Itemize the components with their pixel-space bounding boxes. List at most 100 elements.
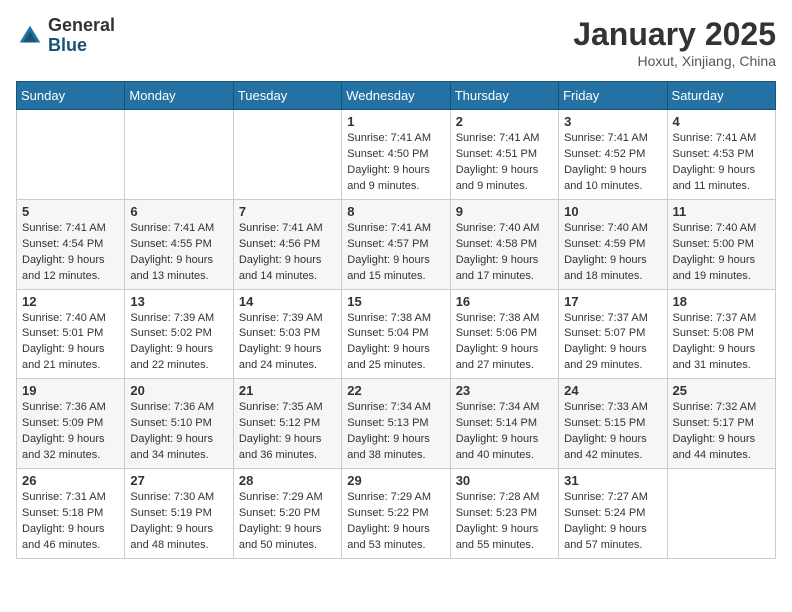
calendar-cell: 9Sunrise: 7:40 AMSunset: 4:58 PMDaylight… [450, 199, 558, 289]
day-number: 3 [564, 114, 661, 129]
logo-general-text: General [48, 15, 115, 35]
day-info: Sunrise: 7:32 AMSunset: 5:17 PMDaylight:… [673, 400, 770, 464]
day-number: 21 [239, 383, 336, 398]
day-info: Sunrise: 7:37 AMSunset: 5:08 PMDaylight:… [673, 311, 770, 375]
day-info: Sunrise: 7:41 AMSunset: 4:51 PMDaylight:… [456, 131, 553, 195]
calendar-cell: 2 Sunrise: 7:41 AMSunset: 4:51 PMDaylight… [450, 110, 558, 200]
calendar-cell: 8Sunrise: 7:41 AMSunset: 4:57 PMDaylight… [342, 199, 450, 289]
day-number: 7 [239, 204, 336, 219]
calendar-cell: 16 Sunrise: 7:38 AMSunset: 5:06 PMDayligh… [450, 289, 558, 379]
calendar-header-row: SundayMondayTuesdayWednesdayThursdayFrid… [17, 82, 776, 110]
calendar-cell: 6 Sunrise: 7:41 AMSunset: 4:55 PMDaylight… [125, 199, 233, 289]
day-info: Sunrise: 7:31 AMSunset: 5:18 PMDaylight:… [22, 490, 119, 554]
day-header-tuesday: Tuesday [233, 82, 341, 110]
title-block: January 2025 Hoxut, Xinjiang, China [573, 16, 776, 69]
day-info: Sunrise: 7:41 AMSunset: 4:56 PMDaylight:… [239, 221, 336, 285]
page-header: General Blue January 2025 Hoxut, Xinjian… [16, 16, 776, 69]
day-number: 18 [673, 294, 770, 309]
day-info: Sunrise: 7:40 AMSunset: 5:00 PMDaylight:… [673, 221, 770, 285]
day-number: 29 [347, 473, 444, 488]
day-info: Sunrise: 7:40 AMSunset: 4:59 PMDaylight:… [564, 221, 661, 285]
day-number: 20 [130, 383, 227, 398]
day-number: 14 [239, 294, 336, 309]
day-number: 6 [130, 204, 227, 219]
day-number: 24 [564, 383, 661, 398]
day-info: Sunrise: 7:41 AMSunset: 4:55 PMDaylight:… [130, 221, 227, 285]
day-info: Sunrise: 7:41 AMSunset: 4:52 PMDaylight:… [564, 131, 661, 195]
calendar-cell: 18 Sunrise: 7:37 AMSunset: 5:08 PMDayligh… [667, 289, 775, 379]
day-number: 27 [130, 473, 227, 488]
day-number: 5 [22, 204, 119, 219]
day-header-saturday: Saturday [667, 82, 775, 110]
calendar-table: SundayMondayTuesdayWednesdayThursdayFrid… [16, 81, 776, 559]
day-info: Sunrise: 7:40 AMSunset: 5:01 PMDaylight:… [22, 311, 119, 375]
calendar-cell: 11 Sunrise: 7:40 AMSunset: 5:00 PMDayligh… [667, 199, 775, 289]
day-info: Sunrise: 7:41 AMSunset: 4:54 PMDaylight:… [22, 221, 119, 285]
calendar-week-row: 12 Sunrise: 7:40 AMSunset: 5:01 PMDayligh… [17, 289, 776, 379]
calendar-cell: 5 Sunrise: 7:41 AMSunset: 4:54 PMDaylight… [17, 199, 125, 289]
day-info: Sunrise: 7:35 AMSunset: 5:12 PMDaylight:… [239, 400, 336, 464]
calendar-cell [17, 110, 125, 200]
day-info: Sunrise: 7:36 AMSunset: 5:10 PMDaylight:… [130, 400, 227, 464]
day-number: 1 [347, 114, 444, 129]
day-number: 22 [347, 383, 444, 398]
day-info: Sunrise: 7:34 AMSunset: 5:14 PMDaylight:… [456, 400, 553, 464]
day-number: 30 [456, 473, 553, 488]
calendar-cell [667, 469, 775, 559]
day-number: 31 [564, 473, 661, 488]
day-number: 23 [456, 383, 553, 398]
logo-blue-text: Blue [48, 35, 87, 55]
calendar-week-row: 19 Sunrise: 7:36 AMSunset: 5:09 PMDayligh… [17, 379, 776, 469]
calendar-cell: 17 Sunrise: 7:37 AMSunset: 5:07 PMDayligh… [559, 289, 667, 379]
calendar-cell: 21 Sunrise: 7:35 AMSunset: 5:12 PMDayligh… [233, 379, 341, 469]
day-number: 25 [673, 383, 770, 398]
day-header-wednesday: Wednesday [342, 82, 450, 110]
logo: General Blue [16, 16, 115, 56]
day-number: 17 [564, 294, 661, 309]
day-number: 12 [22, 294, 119, 309]
day-number: 28 [239, 473, 336, 488]
day-info: Sunrise: 7:28 AMSunset: 5:23 PMDaylight:… [456, 490, 553, 554]
day-info: Sunrise: 7:37 AMSunset: 5:07 PMDaylight:… [564, 311, 661, 375]
calendar-cell: 10 Sunrise: 7:40 AMSunset: 4:59 PMDayligh… [559, 199, 667, 289]
calendar-cell: 23 Sunrise: 7:34 AMSunset: 5:14 PMDayligh… [450, 379, 558, 469]
day-number: 2 [456, 114, 553, 129]
day-info: Sunrise: 7:27 AMSunset: 5:24 PMDaylight:… [564, 490, 661, 554]
calendar-cell: 26Sunrise: 7:31 AMSunset: 5:18 PMDayligh… [17, 469, 125, 559]
day-info: Sunrise: 7:29 AMSunset: 5:20 PMDaylight:… [239, 490, 336, 554]
calendar-cell: 4 Sunrise: 7:41 AMSunset: 4:53 PMDaylight… [667, 110, 775, 200]
calendar-cell: 31 Sunrise: 7:27 AMSunset: 5:24 PMDayligh… [559, 469, 667, 559]
calendar-cell: 3 Sunrise: 7:41 AMSunset: 4:52 PMDaylight… [559, 110, 667, 200]
day-header-sunday: Sunday [17, 82, 125, 110]
day-number: 4 [673, 114, 770, 129]
day-number: 13 [130, 294, 227, 309]
calendar-cell: 7 Sunrise: 7:41 AMSunset: 4:56 PMDaylight… [233, 199, 341, 289]
month-title: January 2025 [573, 16, 776, 53]
day-info: Sunrise: 7:41 AMSunset: 4:50 PMDaylight:… [347, 131, 444, 195]
calendar-week-row: 26Sunrise: 7:31 AMSunset: 5:18 PMDayligh… [17, 469, 776, 559]
day-header-friday: Friday [559, 82, 667, 110]
calendar-cell: 14Sunrise: 7:39 AMSunset: 5:03 PMDayligh… [233, 289, 341, 379]
calendar-cell: 24 Sunrise: 7:33 AMSunset: 5:15 PMDayligh… [559, 379, 667, 469]
calendar-cell: 28 Sunrise: 7:29 AMSunset: 5:20 PMDayligh… [233, 469, 341, 559]
calendar-cell: 19 Sunrise: 7:36 AMSunset: 5:09 PMDayligh… [17, 379, 125, 469]
day-number: 9 [456, 204, 553, 219]
day-number: 10 [564, 204, 661, 219]
day-info: Sunrise: 7:41 AMSunset: 4:53 PMDaylight:… [673, 131, 770, 195]
calendar-cell: 12 Sunrise: 7:40 AMSunset: 5:01 PMDayligh… [17, 289, 125, 379]
day-number: 11 [673, 204, 770, 219]
calendar-cell: 22Sunrise: 7:34 AMSunset: 5:13 PMDayligh… [342, 379, 450, 469]
day-number: 15 [347, 294, 444, 309]
day-number: 19 [22, 383, 119, 398]
calendar-week-row: 1 Sunrise: 7:41 AMSunset: 4:50 PMDaylight… [17, 110, 776, 200]
logo-icon [16, 22, 44, 50]
day-info: Sunrise: 7:33 AMSunset: 5:15 PMDaylight:… [564, 400, 661, 464]
day-header-thursday: Thursday [450, 82, 558, 110]
day-number: 16 [456, 294, 553, 309]
calendar-cell [125, 110, 233, 200]
calendar-cell: 30 Sunrise: 7:28 AMSunset: 5:23 PMDayligh… [450, 469, 558, 559]
day-info: Sunrise: 7:38 AMSunset: 5:06 PMDaylight:… [456, 311, 553, 375]
day-info: Sunrise: 7:29 AMSunset: 5:22 PMDaylight:… [347, 490, 444, 554]
day-info: Sunrise: 7:36 AMSunset: 5:09 PMDaylight:… [22, 400, 119, 464]
calendar-cell: 13Sunrise: 7:39 AMSunset: 5:02 PMDayligh… [125, 289, 233, 379]
